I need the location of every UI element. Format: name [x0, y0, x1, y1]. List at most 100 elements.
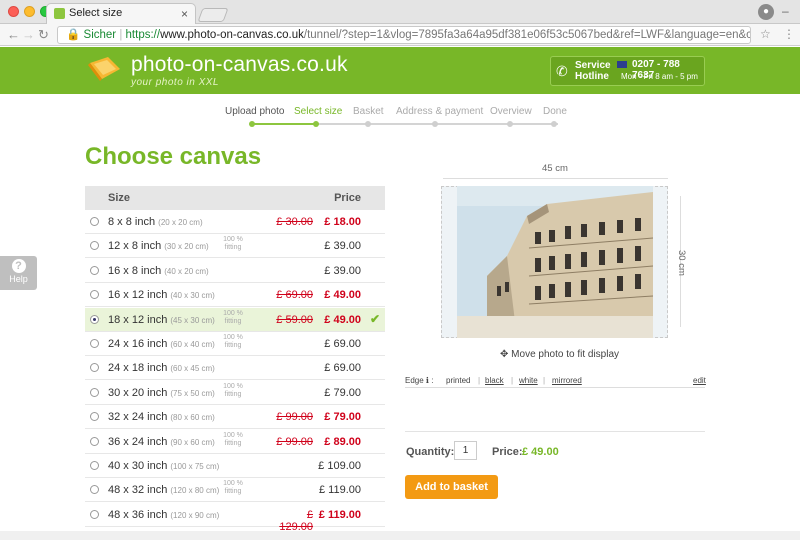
reload-icon[interactable]: ↻: [38, 27, 49, 43]
divider: [405, 431, 705, 432]
move-photo-hint[interactable]: ✥ Move photo to fit display: [500, 349, 619, 360]
help-tab[interactable]: ? Help: [0, 256, 37, 290]
checkmark-icon: ✔: [369, 311, 380, 326]
size-label: 32 x 24 inch (80 x 60 cm): [108, 411, 215, 424]
step-dot: [365, 121, 371, 127]
forward-arrow-icon[interactable]: →: [22, 27, 35, 42]
edge-option-white[interactable]: white: [519, 376, 538, 385]
size-label: 24 x 16 inch (60 x 40 cm): [108, 338, 215, 350]
tab-title: Select size: [69, 7, 123, 19]
info-icon[interactable]: ℹ: [426, 376, 429, 385]
help-icon: ?: [11, 259, 26, 273]
menu-icon[interactable]: ⋮: [783, 27, 795, 41]
move-hint-text: Move photo to fit display: [511, 349, 620, 360]
quantity-input[interactable]: 1: [454, 441, 477, 460]
hotline-label-2: Hotline: [575, 71, 609, 82]
window-control-icon[interactable]: –: [782, 4, 789, 18]
fitting-badge: 100 % fitting: [223, 309, 243, 325]
minimize-window-button[interactable]: [24, 6, 35, 17]
size-cm: (20 x 20 cm): [158, 218, 203, 227]
price: £ 69.00: [324, 338, 361, 350]
step-upload-photo[interactable]: Upload photo: [225, 106, 285, 117]
size-column-header: Size: [108, 192, 131, 204]
old-price: £ 59.00: [276, 313, 313, 326]
size-radio[interactable]: [90, 485, 99, 495]
size-option-row[interactable]: 24 x 16 inch (60 x 40 cm) 100 % fitting £ …: [85, 332, 385, 356]
fitting-badge: 100 % fitting: [223, 431, 243, 447]
photo-preview[interactable]: [457, 186, 653, 338]
price: £ 119.00: [318, 484, 361, 497]
hotline-label-1: Service: [575, 60, 611, 71]
size-radio[interactable]: [90, 387, 99, 397]
bookmark-star-icon[interactable]: ☆: [760, 27, 771, 41]
size-option-row[interactable]: 16 x 12 inch (40 x 30 cm) £ 69.00 £ 49.00: [85, 283, 385, 308]
size-label: 48 x 32 inch (120 x 80 cm): [108, 484, 220, 497]
size-option-row[interactable]: 32 x 24 inch (80 x 60 cm) £ 99.00 £ 79.00: [85, 405, 385, 430]
size-option-row[interactable]: 30 x 20 inch (75 x 50 cm) 100 % fitting £ …: [85, 381, 385, 405]
edge-option-printed[interactable]: printed: [446, 376, 470, 385]
size-radio[interactable]: [90, 217, 99, 226]
size-option-row[interactable]: 8 x 8 inch (20 x 20 cm) £ 30.00 £ 18.00: [85, 210, 385, 234]
favicon-icon: [54, 8, 65, 19]
size-option-row[interactable]: 16 x 8 inch (40 x 20 cm) £ 39.00: [85, 259, 385, 283]
size-option-row[interactable]: 40 x 30 inch (100 x 75 cm) £ 109.00: [85, 454, 385, 478]
old-price: £ 69.00: [276, 289, 313, 302]
add-to-basket-button[interactable]: Add to basket: [405, 475, 498, 499]
size-option-row[interactable]: 12 x 8 inch (30 x 20 cm) 100 % fitting £ 3…: [85, 234, 385, 259]
site-header: photo-on-canvas.co.uk your photo in XXL …: [0, 47, 800, 94]
tab-close-icon[interactable]: ×: [181, 7, 188, 21]
old-price: £ 30.00: [276, 216, 313, 228]
size-label: 16 x 12 inch (40 x 30 cm): [108, 289, 215, 302]
size-radio[interactable]: [90, 339, 99, 348]
step-dot: [507, 121, 513, 127]
size-radio[interactable]: [90, 461, 99, 470]
step-select-size: Select size: [294, 106, 343, 117]
size-cm: (120 x 80 cm): [170, 486, 220, 496]
size-option-row[interactable]: 48 x 36 inch (120 x 90 cm) £ 129.00 £ 119.…: [85, 503, 385, 533]
fitting-badge: 100 % fitting: [223, 382, 243, 398]
logo-text[interactable]: photo-on-canvas.co.uk: [131, 53, 348, 77]
edge-edit-link[interactable]: edit: [693, 376, 706, 385]
size-radio[interactable]: [90, 290, 99, 300]
step-dot: [313, 121, 319, 127]
fitting-badge: 100 % fitting: [223, 236, 243, 252]
hotline-hours: Mon - Fri 8 am - 5 pm: [621, 72, 698, 81]
size-option-row[interactable]: 24 x 18 inch (60 x 45 cm) £ 69.00: [85, 356, 385, 381]
close-window-button[interactable]: [8, 6, 19, 17]
edge-label: Edge ℹ :: [405, 376, 434, 385]
step-dot: [249, 121, 255, 127]
size-cm: (60 x 45 cm): [170, 364, 215, 374]
new-tab-button[interactable]: [197, 8, 229, 22]
size-radio[interactable]: [90, 363, 99, 373]
url-protocol: https://: [125, 29, 161, 41]
fitting-badge: 100 % fitting: [223, 334, 243, 349]
size-radio[interactable]: [90, 265, 99, 275]
size-label: 40 x 30 inch (100 x 75 cm): [108, 460, 220, 472]
height-dimension-label: 30 cm: [676, 250, 687, 276]
old-price: £ 99.00: [276, 411, 313, 424]
profile-icon[interactable]: ●: [758, 4, 774, 20]
edge-option-mirrored[interactable]: mirrored: [552, 376, 582, 385]
size-radio[interactable]: [90, 436, 99, 446]
size-radio[interactable]: [90, 314, 99, 324]
size-label: 18 x 12 inch (45 x 30 cm): [108, 313, 215, 326]
help-label: Help: [9, 274, 28, 284]
uk-flag-icon: [617, 61, 627, 68]
old-price: £ 129.00: [279, 508, 313, 533]
price-label: Price:: [492, 446, 523, 458]
size-radio[interactable]: [90, 509, 99, 519]
logo-icon[interactable]: [88, 55, 122, 81]
size-option-row[interactable]: 18 x 12 inch (45 x 30 cm) 100 % fitting £ …: [85, 307, 385, 332]
browser-tab[interactable]: Select size ×: [46, 3, 196, 24]
edge-options: Edge ℹ : printed | black | white | mirro…: [405, 370, 706, 388]
size-option-row[interactable]: 48 x 32 inch (120 x 80 cm) 100 % fitting £…: [85, 478, 385, 503]
url-field[interactable]: 🔒 Sicher | https://www.photo-on-canvas.c…: [57, 26, 751, 44]
size-option-row[interactable]: 36 x 24 inch (90 x 60 cm) 100 % fitting £ …: [85, 430, 385, 454]
size-table-header: Size Price: [85, 186, 385, 210]
size-radio[interactable]: [90, 241, 99, 251]
size-cm: (100 x 75 cm): [170, 462, 220, 471]
size-radio[interactable]: [90, 412, 99, 422]
back-arrow-icon[interactable]: ←: [7, 27, 20, 42]
size-label: 8 x 8 inch (20 x 20 cm): [108, 216, 203, 228]
edge-option-black[interactable]: black: [485, 376, 504, 385]
